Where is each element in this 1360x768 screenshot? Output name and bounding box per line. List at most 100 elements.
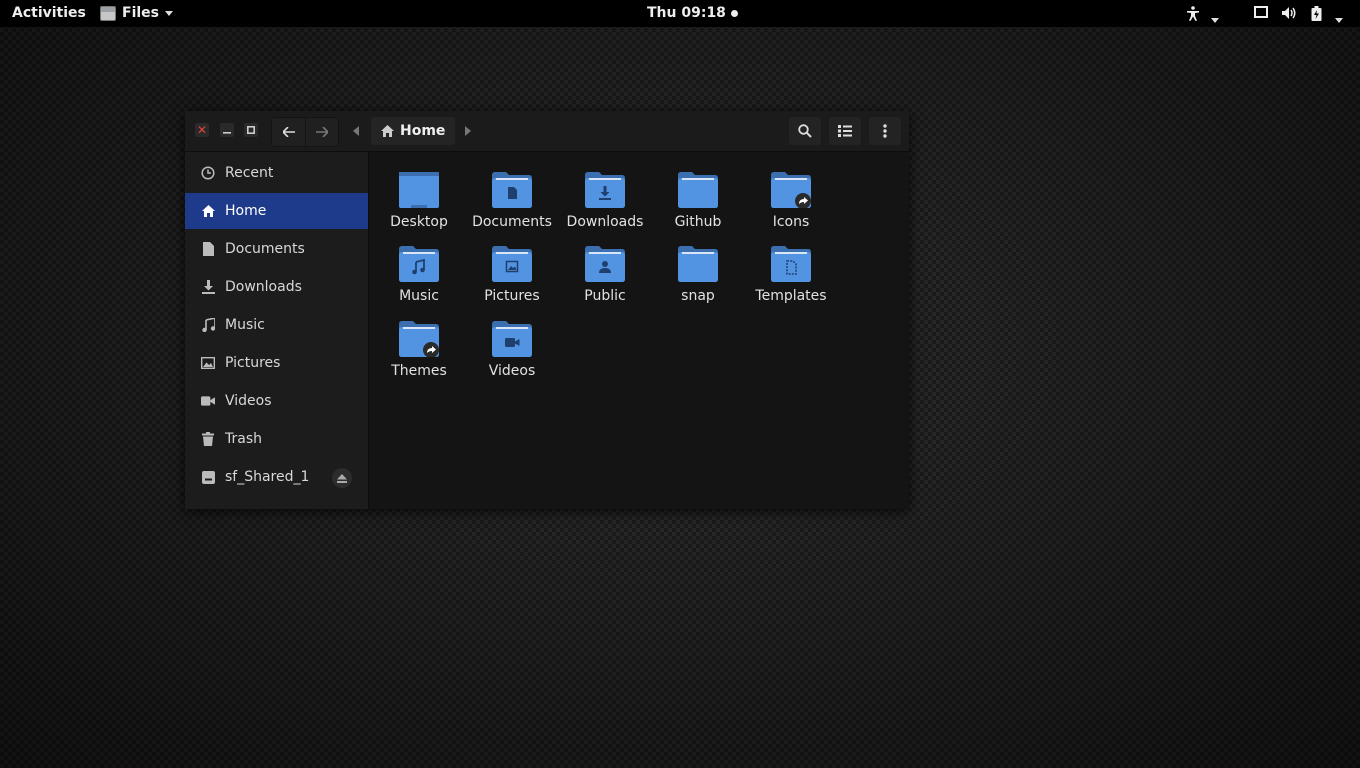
forward-arrow-icon[interactable]	[305, 118, 338, 146]
close-icon[interactable]: ✕	[195, 123, 209, 137]
file-label: Github	[674, 214, 722, 230]
top-panel: Activities Files Thu 09:18	[0, 0, 1360, 27]
music-icon	[201, 318, 215, 332]
battery-icon[interactable]	[1311, 6, 1322, 21]
file-label: Music	[399, 288, 439, 304]
sidebar: Recent Home Documents Downloads Music Pi…	[185, 152, 369, 509]
clock[interactable]: Thu 09:18	[647, 5, 738, 21]
clock-icon	[201, 166, 215, 180]
sidebar-item-downloads[interactable]: Downloads	[185, 269, 368, 305]
documents-folder-icon	[492, 172, 532, 208]
github-folder-icon	[678, 172, 718, 208]
search-button[interactable]	[789, 117, 821, 145]
file-label: Desktop	[390, 214, 448, 230]
sidebar-item-label: sf_Shared_1	[225, 469, 310, 485]
sidebar-item-pictures[interactable]: Pictures	[185, 345, 368, 381]
video-camera-icon	[201, 394, 215, 408]
chevron-left-icon[interactable]	[353, 126, 359, 136]
accessibility-icon[interactable]	[1186, 6, 1200, 21]
sidebar-item-trash[interactable]: Trash	[185, 421, 368, 457]
folder-item-icons[interactable]: Icons	[746, 162, 836, 230]
sidebar-item-music[interactable]: Music	[185, 307, 368, 343]
file-label: Public	[584, 288, 626, 304]
folder-item-desktop[interactable]: Desktop	[374, 162, 464, 230]
file-label: Videos	[488, 363, 536, 379]
sidebar-item-label: Trash	[225, 431, 262, 447]
music-folder-icon	[399, 246, 439, 282]
sidebar-item-documents[interactable]: Documents	[185, 231, 368, 267]
sidebar-item-label: Recent	[225, 165, 274, 181]
file-label: Templates	[755, 288, 827, 304]
folder-item-videos[interactable]: Videos	[467, 311, 557, 379]
snap-folder-icon	[678, 246, 718, 282]
history-nav	[271, 117, 339, 147]
folder-item-downloads[interactable]: Downloads	[560, 162, 650, 230]
menu-button[interactable]	[869, 117, 901, 145]
folder-item-snap[interactable]: snap	[653, 236, 743, 304]
activities-button[interactable]: Activities	[12, 5, 86, 21]
sidebar-item-label: Videos	[225, 393, 272, 409]
view-list-button[interactable]	[829, 117, 861, 145]
sidebar-item-videos[interactable]: Videos	[185, 383, 368, 419]
file-label: Downloads	[566, 214, 644, 230]
kebab-menu-icon	[883, 124, 887, 138]
chevron-down-icon	[165, 10, 173, 16]
desktop-folder-icon	[399, 172, 439, 208]
document-icon	[201, 242, 215, 256]
files-window: ✕ Home Recent Home Documents Downloads M…	[185, 111, 909, 509]
home-icon	[381, 125, 394, 137]
chevron-down-icon[interactable]	[1335, 11, 1343, 27]
folder-item-templates[interactable]: Templates	[746, 236, 836, 304]
app-menu-label: Files	[122, 5, 159, 21]
sidebar-item-recent[interactable]: Recent	[185, 155, 368, 191]
eject-icon[interactable]	[332, 468, 352, 488]
themes-folder-icon	[399, 321, 439, 357]
folder-item-public[interactable]: Public	[560, 236, 650, 304]
clock-label: Thu 09:18	[647, 5, 726, 21]
sidebar-item-label: Home	[225, 203, 267, 219]
path-home-button[interactable]: Home	[371, 117, 455, 145]
chevron-down-icon[interactable]	[1211, 11, 1219, 27]
drive-icon	[201, 470, 215, 484]
sidebar-item-label: Downloads	[225, 279, 302, 295]
sidebar-item-home[interactable]: Home	[185, 193, 368, 229]
file-label: Documents	[472, 214, 552, 230]
list-view-icon	[838, 125, 852, 137]
files-app-icon	[100, 5, 116, 21]
chevron-right-icon[interactable]	[465, 126, 471, 136]
screen-icon[interactable]	[1254, 6, 1268, 19]
file-label: Icons	[772, 214, 810, 230]
sidebar-item-sf-shared-1[interactable]: sf_Shared_1	[185, 459, 368, 495]
home-icon	[201, 204, 215, 218]
videos-folder-icon	[492, 321, 532, 357]
file-label: Themes	[391, 363, 447, 379]
sidebar-item-label: Pictures	[225, 355, 281, 371]
trash-icon	[201, 432, 215, 446]
sidebar-item-label: Music	[225, 317, 265, 333]
header-bar: ✕ Home	[185, 111, 909, 152]
folder-item-documents[interactable]: Documents	[467, 162, 557, 230]
path-home-label: Home	[400, 123, 446, 139]
templates-folder-icon	[771, 246, 811, 282]
folder-item-music[interactable]: Music	[374, 236, 464, 304]
back-arrow-icon[interactable]	[272, 118, 306, 146]
download-icon	[201, 280, 215, 294]
folder-item-github[interactable]: Github	[653, 162, 743, 230]
folder-item-pictures[interactable]: Pictures	[467, 236, 557, 304]
pictures-folder-icon	[492, 246, 532, 282]
image-icon	[201, 356, 215, 370]
folder-item-themes[interactable]: Themes	[374, 311, 464, 379]
file-label: Pictures	[484, 288, 540, 304]
notification-dot-icon	[730, 9, 738, 17]
icons-folder-icon	[771, 172, 811, 208]
file-label: snap	[681, 288, 715, 304]
sidebar-item-label: Documents	[225, 241, 305, 257]
downloads-folder-icon	[585, 172, 625, 208]
search-icon	[798, 124, 812, 138]
volume-icon[interactable]	[1281, 6, 1296, 20]
app-menu[interactable]: Files	[100, 5, 173, 21]
maximize-icon[interactable]	[244, 123, 258, 137]
public-folder-icon	[585, 246, 625, 282]
file-grid: Desktop Documents Downloads Github Icons…	[369, 152, 909, 509]
minimize-icon[interactable]	[220, 123, 234, 137]
